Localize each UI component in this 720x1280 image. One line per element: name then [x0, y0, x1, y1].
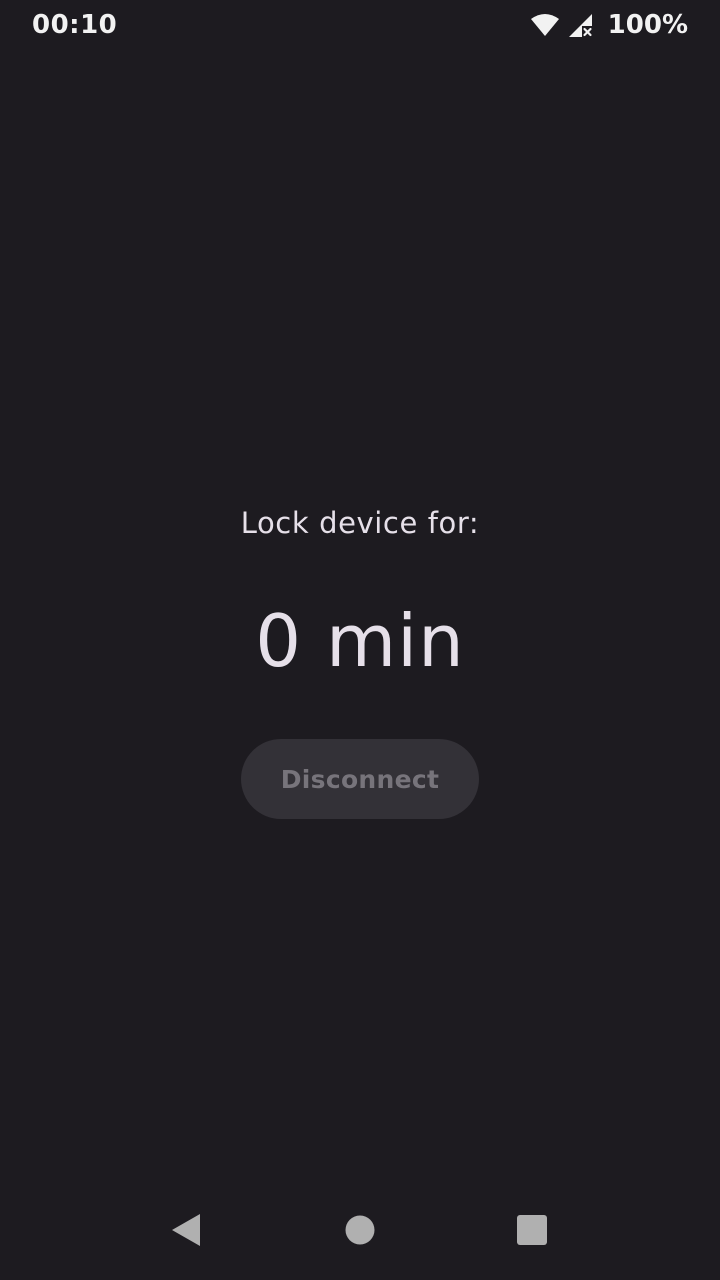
- screen: 00:10 100% Lock device for: 0 min Discon…: [0, 0, 720, 1280]
- home-icon: [345, 1215, 375, 1249]
- back-button[interactable]: [138, 1184, 234, 1280]
- back-icon: [170, 1213, 202, 1251]
- recents-button[interactable]: [484, 1184, 580, 1280]
- status-icons: 100%: [530, 8, 688, 42]
- battery-level: 100%: [607, 10, 688, 40]
- wifi-icon: [530, 13, 560, 37]
- lock-duration-value: 0 min: [255, 599, 465, 683]
- lock-duration-label: Lock device for:: [240, 506, 480, 540]
- recents-icon: [517, 1215, 547, 1249]
- disconnect-button[interactable]: Disconnect: [241, 739, 479, 819]
- status-bar: 00:10 100%: [0, 0, 720, 50]
- navigation-bar: [0, 1184, 720, 1280]
- cellular-signal-icon: [568, 12, 594, 38]
- status-time: 00:10: [32, 10, 118, 40]
- home-button[interactable]: [312, 1184, 408, 1280]
